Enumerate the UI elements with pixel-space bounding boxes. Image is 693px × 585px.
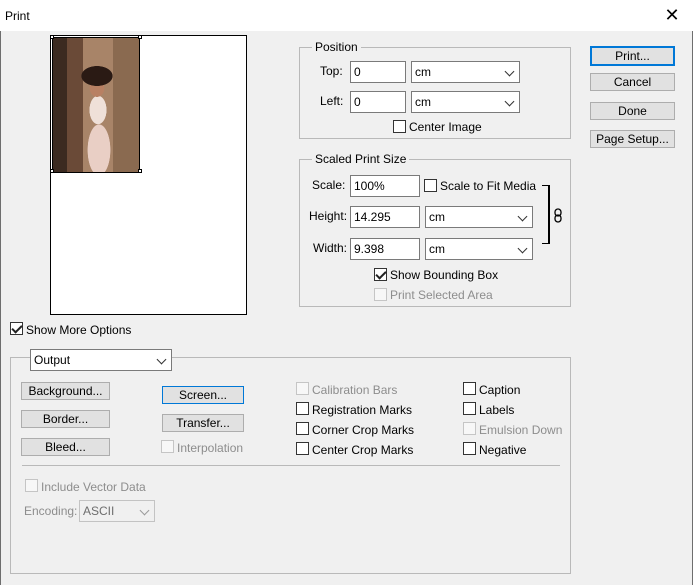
show-bounding-box-checkbox[interactable] [374,268,387,281]
left-unit-select[interactable]: cm [411,91,520,113]
calibration-bars-checkbox [296,382,309,395]
interpolation-label: Interpolation [177,441,244,455]
negative-label: Negative [479,443,527,457]
encoding-select: ASCII [79,500,155,522]
chevron-down-icon [504,96,515,107]
labels-label: Labels [479,403,515,417]
registration-marks-label: Registration Marks [312,403,413,417]
bbox-handle-bl[interactable] [50,169,54,173]
chevron-down-icon [517,211,528,222]
width-label: Width: [313,241,348,255]
bbox-handle-br[interactable] [138,169,142,173]
done-button[interactable]: Done [590,102,675,120]
window-border-left [0,31,1,585]
output-dropdown-value: Output [34,353,71,367]
width-unit-value: cm [429,242,445,256]
output-separator [22,465,560,466]
position-legend: Position [312,40,361,54]
print-selected-area-label: Print Selected Area [390,288,493,302]
interpolation-checkbox [161,440,174,453]
width-input[interactable]: 9.398 [350,238,420,260]
show-more-options-checkbox[interactable] [10,322,23,335]
output-dropdown[interactable]: Output [30,349,172,371]
title-bar [0,0,693,31]
registration-marks-checkbox[interactable] [296,402,309,415]
top-label: Top: [320,64,343,78]
border-button[interactable]: Border... [21,410,110,428]
chevron-down-icon [139,505,150,516]
top-unit-select[interactable]: cm [411,61,520,83]
top-unit-value: cm [415,65,431,79]
scale-input[interactable]: 100% [350,175,420,197]
bbox-handle-tr[interactable] [138,35,142,39]
transfer-button[interactable]: Transfer... [162,414,244,432]
calibration-bars-label: Calibration Bars [312,383,398,397]
left-input[interactable]: 0 [350,91,406,113]
height-label: Height: [309,209,348,223]
proportion-bracket [542,185,550,244]
center-crop-marks-label: Center Crop Marks [312,443,414,457]
show-more-options-label: Show More Options [26,323,132,337]
page-setup-button[interactable]: Page Setup... [590,130,675,148]
center-image-label: Center Image [409,120,482,134]
height-unit-select[interactable]: cm [425,206,533,228]
encoding-value: ASCII [83,504,115,518]
print-button[interactable]: Print... [590,46,675,66]
scaled-print-size-legend: Scaled Print Size [312,152,410,166]
bbox-handle-tl[interactable] [50,35,54,39]
chevron-down-icon [156,354,167,365]
include-vector-data-checkbox [25,479,38,492]
caption-checkbox[interactable] [463,382,476,395]
encoding-label: Encoding: [24,504,78,518]
caption-label: Caption [479,383,521,397]
chain-link-icon[interactable] [554,208,563,224]
close-icon[interactable]: ✕ [663,6,681,24]
bleed-button[interactable]: Bleed... [21,438,110,456]
emulsion-down-checkbox [463,422,476,435]
height-input[interactable]: 14.295 [350,206,420,228]
scale-label: Scale: [312,178,346,192]
negative-checkbox[interactable] [463,442,476,455]
left-label: Left: [320,94,344,108]
print-selected-area-checkbox [374,288,387,301]
background-button[interactable]: Background... [21,382,110,400]
window-title: Print [5,9,30,23]
chevron-down-icon [517,243,528,254]
emulsion-down-label: Emulsion Down [479,423,563,437]
corner-crop-marks-checkbox[interactable] [296,422,309,435]
left-unit-value: cm [415,95,431,109]
width-unit-select[interactable]: cm [425,238,533,260]
height-unit-value: cm [429,210,445,224]
screen-button[interactable]: Screen... [162,386,244,404]
scale-to-fit-checkbox[interactable] [424,179,437,192]
center-image-checkbox[interactable] [393,120,406,133]
top-input[interactable]: 0 [350,61,406,83]
corner-crop-marks-label: Corner Crop Marks [312,423,415,437]
include-vector-data-label: Include Vector Data [41,480,146,494]
show-bounding-box-label: Show Bounding Box [390,268,499,282]
center-crop-marks-checkbox[interactable] [296,442,309,455]
bounding-box[interactable] [52,37,140,173]
scale-to-fit-label: Scale to Fit Media [440,179,537,193]
labels-checkbox[interactable] [463,402,476,415]
cancel-button[interactable]: Cancel [590,73,675,91]
chevron-down-icon [504,66,515,77]
